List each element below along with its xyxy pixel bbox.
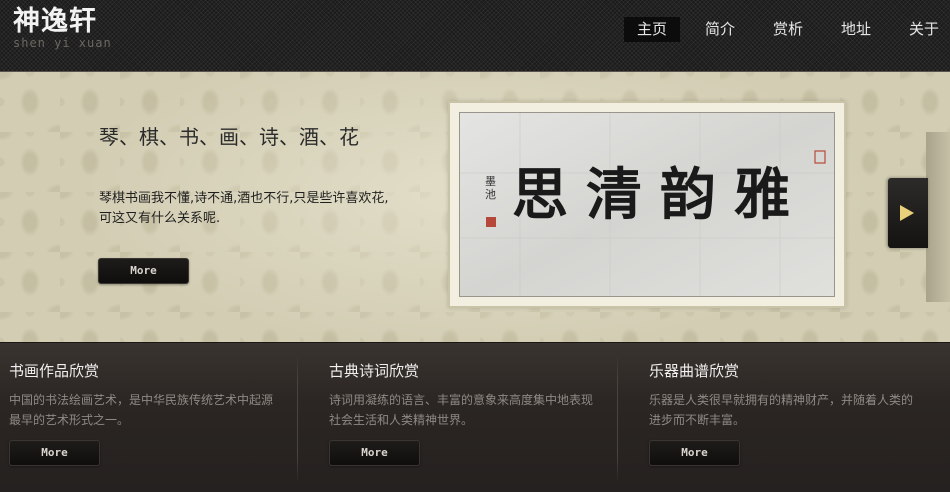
column-more-button[interactable]: More xyxy=(9,440,100,466)
column-more-button[interactable]: More xyxy=(649,440,740,466)
feature-column-music: 乐器曲谱欣赏 乐器是人类很早就拥有的精神财产，并随着人类的进步而不断丰富。 Mo… xyxy=(649,343,949,492)
calligraphy-signature: 墨池 xyxy=(485,175,496,201)
column-title: 古典诗词欣赏 xyxy=(329,362,420,380)
slider-next-button[interactable] xyxy=(888,178,928,248)
nav-item-intro[interactable]: 简介 xyxy=(692,17,748,42)
feature-column-poetry: 古典诗词欣赏 诗词用凝练的语言、丰富的意象来高度集中地表现社会生活和人类精神世界… xyxy=(329,343,629,492)
column-description: 诗词用凝练的语言、丰富的意象来高度集中地表现社会生活和人类精神世界。 xyxy=(329,393,594,427)
calligraphy-artwork: 雅韵清思 墨池 xyxy=(459,112,835,297)
column-description: 乐器是人类很早就拥有的精神财产，并随着人类的进步而不断丰富。 xyxy=(649,393,914,427)
nav-item-appreciation[interactable]: 赏析 xyxy=(760,17,816,42)
column-divider xyxy=(617,353,618,483)
column-description: 中国的书法绘画艺术，是中华民族传统艺术中起源最早的艺术形式之一。 xyxy=(9,393,274,427)
calligraphy-artwork-frame[interactable]: 雅韵清思 墨池 xyxy=(448,101,846,308)
hero-more-button[interactable]: More xyxy=(98,258,189,284)
column-title: 书画作品欣赏 xyxy=(9,362,100,380)
site-header: 神逸轩 shen yi xuan 主页 简介 赏析 地址 关于 xyxy=(0,0,950,72)
main-nav: 主页 简介 赏析 地址 关于 xyxy=(0,17,950,42)
hero-banner: 琴、棋、书、画、诗、酒、花 琴棋书画我不懂,诗不通,酒也不行,只是些许喜欢花,可… xyxy=(0,72,950,342)
column-title: 乐器曲谱欣赏 xyxy=(649,362,740,380)
feature-column-calligraphy: 书画作品欣赏 中国的书法绘画艺术，是中华民族传统艺术中起源最早的艺术形式之一。 … xyxy=(9,343,309,492)
slider-edge xyxy=(926,132,950,302)
hero-title: 琴、棋、书、画、诗、酒、花 xyxy=(99,125,359,149)
nav-item-home[interactable]: 主页 xyxy=(624,17,680,42)
nav-item-about[interactable]: 关于 xyxy=(896,17,950,42)
hero-description: 琴棋书画我不懂,诗不通,酒也不行,只是些许喜欢花,可这又有什么关系呢. xyxy=(99,191,389,226)
nav-item-address[interactable]: 地址 xyxy=(828,17,884,42)
column-more-button[interactable]: More xyxy=(329,440,420,466)
feature-columns: 书画作品欣赏 中国的书法绘画艺术，是中华民族传统艺术中起源最早的艺术形式之一。 … xyxy=(0,342,950,492)
triangle-right-icon xyxy=(900,205,914,221)
column-divider xyxy=(297,353,298,483)
calligraphy-main-characters: 雅韵清思 xyxy=(512,162,808,228)
